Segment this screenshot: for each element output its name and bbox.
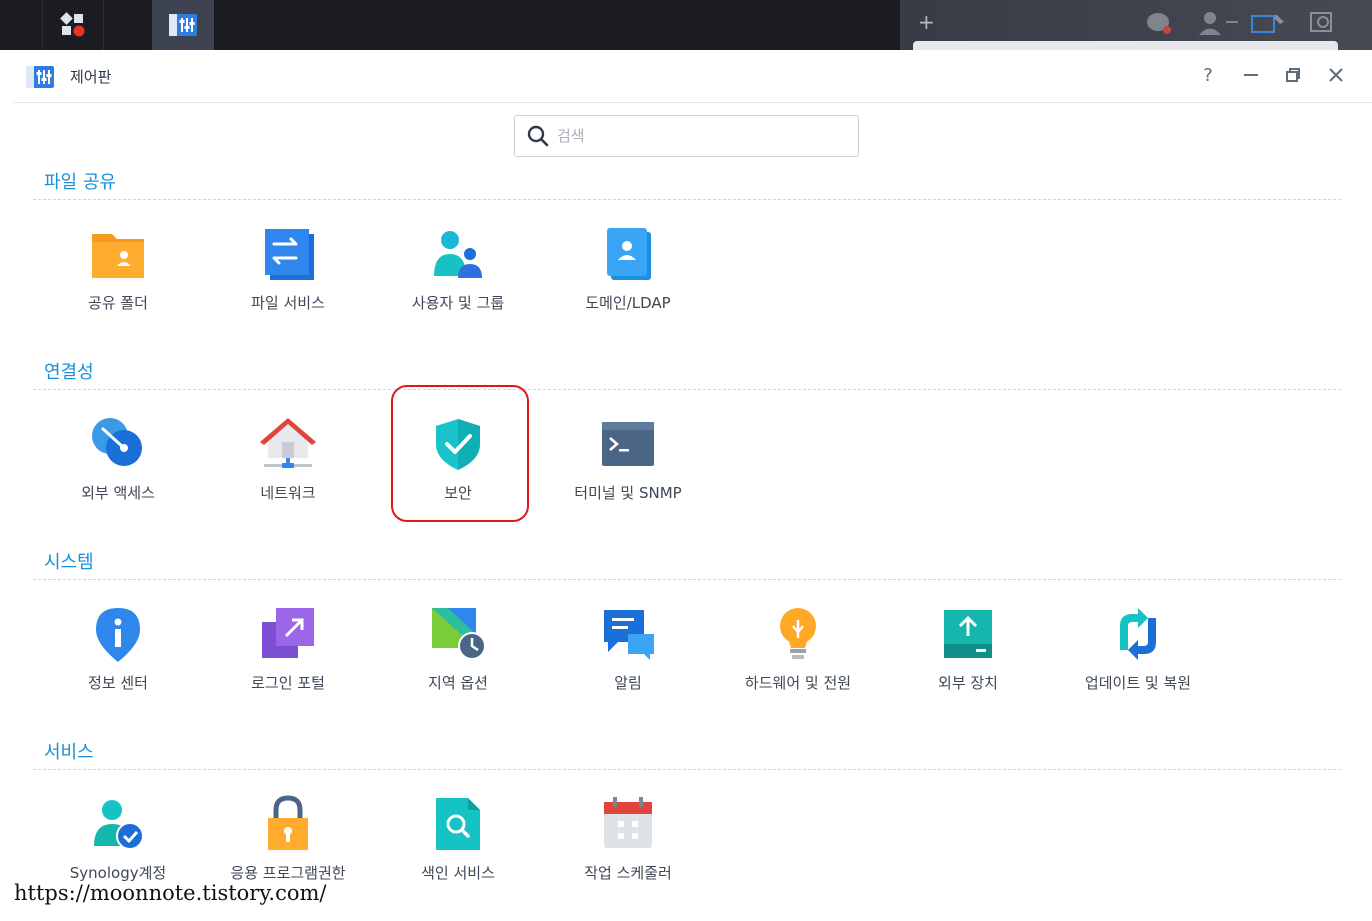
- item-file-services[interactable]: 파일 서비스: [208, 210, 368, 320]
- item-label: 색인 서비스: [421, 864, 495, 882]
- item-shared-folder[interactable]: 공유 폴더: [38, 210, 198, 320]
- lightbulb-icon: [780, 608, 816, 659]
- section-title-services: 서비스: [44, 742, 94, 763]
- close-icon: [1329, 68, 1343, 82]
- info-center-icon: [96, 608, 140, 662]
- main-menu-button[interactable]: [42, 0, 104, 50]
- control-panel-taskbar-button[interactable]: [152, 0, 214, 50]
- control-panel-app-icon: [26, 66, 54, 88]
- restore-icon: [1286, 68, 1300, 82]
- item-task-scheduler[interactable]: 작업 스케줄러: [548, 780, 708, 890]
- item-external-devices[interactable]: 외부 장치: [888, 590, 1048, 700]
- widget-icon[interactable]: [1250, 10, 1290, 41]
- indexing-service-icon: [436, 798, 480, 850]
- notification-bar: [913, 41, 1338, 50]
- network-icon: [260, 418, 316, 468]
- item-indexing-service[interactable]: 색인 서비스: [378, 780, 538, 890]
- item-label: 외부 액세스: [81, 484, 155, 502]
- search-taskbar-icon[interactable]: [1308, 10, 1338, 41]
- external-access-icon: [92, 418, 142, 466]
- user-icon[interactable]: [1198, 10, 1242, 41]
- section-title-system: 시스템: [44, 552, 94, 573]
- item-network[interactable]: 네트워크: [208, 400, 368, 510]
- item-terminal-snmp[interactable]: 터미널 및 SNMP: [548, 400, 708, 510]
- item-users-groups[interactable]: 사용자 및 그룹: [378, 210, 538, 320]
- users-groups-icon: [434, 231, 482, 278]
- section-divider: [33, 199, 1341, 200]
- notification-icon: [604, 610, 654, 660]
- section-title-connectivity: 연결성: [44, 362, 94, 383]
- help-button[interactable]: ?: [1197, 64, 1219, 86]
- item-label: 정보 센터: [88, 674, 148, 692]
- item-domain-ldap[interactable]: 도메인/LDAP: [548, 210, 708, 320]
- item-label: 네트워크: [260, 484, 316, 502]
- control-panel-icon: [169, 14, 197, 36]
- item-notification[interactable]: 알림: [548, 590, 708, 700]
- item-label: 알림: [614, 674, 642, 692]
- login-portal-icon: [262, 608, 314, 658]
- minimize-button[interactable]: [1240, 64, 1262, 86]
- item-label: 로그인 포털: [251, 674, 325, 692]
- section-divider: [33, 389, 1341, 390]
- item-label: 작업 스케줄러: [584, 864, 672, 882]
- main-menu-icon: [60, 12, 85, 37]
- terminal-icon: [602, 422, 654, 466]
- item-hardware-power[interactable]: 하드웨어 및 전원: [718, 590, 878, 700]
- window-title: 제어판: [70, 68, 112, 86]
- item-label: 외부 장치: [938, 674, 998, 692]
- item-label: 도메인/LDAP: [585, 294, 671, 312]
- section-title-file-sharing: 파일 공유: [44, 172, 116, 193]
- calendar-icon: [604, 797, 652, 848]
- item-info-center[interactable]: 정보 센터: [38, 590, 198, 700]
- search-input[interactable]: [557, 127, 847, 145]
- taskbar: +: [0, 0, 1372, 50]
- item-regional-options[interactable]: 지역 옵션: [378, 590, 538, 700]
- shared-folder-icon: [92, 234, 144, 278]
- external-devices-icon: [944, 610, 992, 658]
- control-panel-window: 제어판 ? 파일 공유 공유 폴더: [14, 50, 1372, 921]
- search-box[interactable]: [514, 115, 859, 157]
- item-update-restore[interactable]: 업데이트 및 복원: [1058, 590, 1218, 700]
- item-label: 지역 옵션: [428, 674, 488, 692]
- item-label: 응용 프로그램권한: [230, 864, 346, 882]
- chat-icon[interactable]: [1145, 10, 1173, 41]
- item-label: Synology계정: [69, 864, 167, 882]
- lock-icon: [268, 795, 308, 850]
- close-button[interactable]: [1325, 64, 1347, 86]
- item-label: 파일 서비스: [251, 294, 325, 312]
- watermark-url: https://moonnote.tistory.com/: [14, 881, 331, 905]
- item-label: 사용자 및 그룹: [411, 294, 505, 312]
- item-label: 하드웨어 및 전원: [744, 674, 852, 692]
- search-icon: [527, 125, 549, 147]
- minimize-icon: [1244, 74, 1258, 76]
- highlight-box: [391, 385, 529, 522]
- item-login-portal[interactable]: 로그인 포털: [208, 590, 368, 700]
- section-divider: [33, 579, 1341, 580]
- section-divider: [33, 769, 1341, 770]
- regional-options-icon: [432, 608, 486, 660]
- update-restore-icon: [1120, 608, 1156, 660]
- item-synology-account[interactable]: Synology계정: [38, 780, 198, 890]
- synology-account-icon: [94, 800, 144, 850]
- domain-ldap-icon: [607, 228, 651, 280]
- file-services-icon: [265, 229, 314, 280]
- add-icon[interactable]: +: [918, 10, 935, 34]
- restore-button[interactable]: [1282, 64, 1304, 86]
- item-label: 터미널 및 SNMP: [574, 484, 682, 502]
- item-label: 업데이트 및 복원: [1084, 674, 1192, 692]
- item-app-privileges[interactable]: 응용 프로그램권한: [208, 780, 368, 890]
- titlebar: 제어판 ?: [14, 50, 1372, 103]
- item-label: 공유 폴더: [88, 294, 148, 312]
- item-external-access[interactable]: 외부 액세스: [38, 400, 198, 510]
